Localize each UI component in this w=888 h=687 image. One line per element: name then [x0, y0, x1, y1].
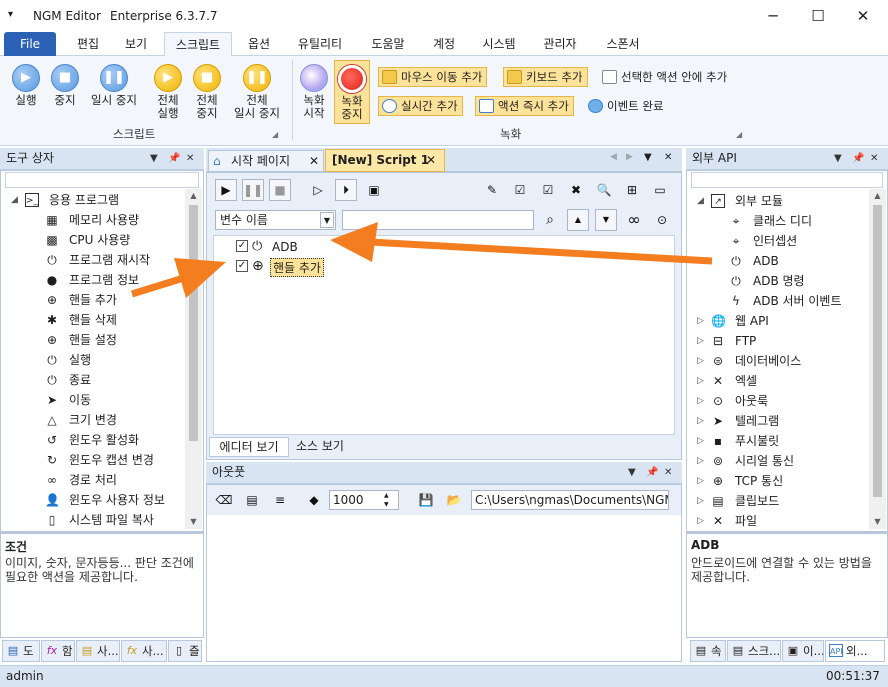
- status-user: admin: [6, 669, 44, 683]
- arrow-head-handle: [174, 258, 226, 298]
- annotation-arrows: [130, 222, 713, 298]
- arrow-head-adb: [330, 222, 378, 262]
- status-time: 00:51:37: [826, 669, 880, 683]
- arrow-to-adb: [369, 238, 713, 265]
- status-bar: admin 00:51:37: [0, 665, 888, 687]
